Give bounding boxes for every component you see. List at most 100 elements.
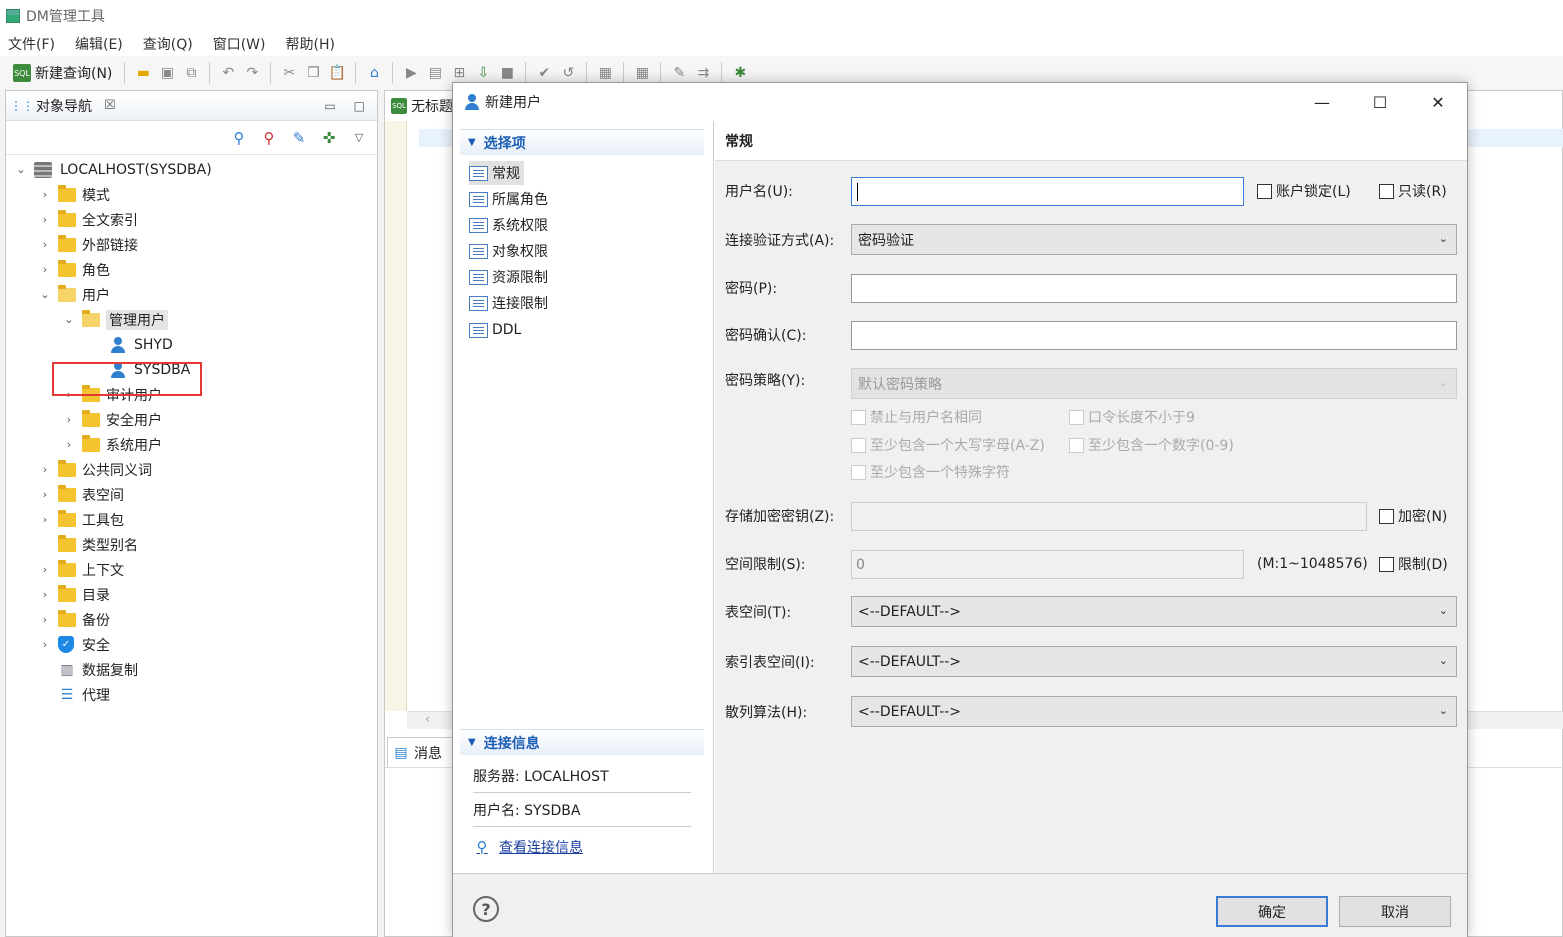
edit-icon[interactable]: ✎ [289, 128, 309, 148]
space-limit-input[interactable]: 0 [851, 550, 1244, 579]
chevron-right-icon[interactable]: › [38, 638, 52, 651]
messages-tab[interactable]: ▤ 消息 [387, 737, 457, 767]
tablespace-select[interactable]: <--DEFAULT--> ⌄ [851, 596, 1457, 627]
unformat-icon[interactable]: ▦ [633, 64, 651, 82]
tree-node-synonym[interactable]: › 公共同义词 [6, 457, 377, 482]
minimize-icon[interactable]: — [1293, 93, 1351, 112]
password-policy-select[interactable]: 默认密码策略 ⌄ [851, 368, 1457, 399]
tree-node-context[interactable]: › 上下文 [6, 557, 377, 582]
option-roles[interactable]: 所属角色 [469, 187, 552, 211]
maximize-icon[interactable]: □ [354, 99, 365, 113]
run-icon[interactable]: ▶ [402, 64, 420, 82]
save-all-icon[interactable]: ⧉ [182, 64, 200, 82]
chevron-down-icon[interactable]: ⌄ [14, 163, 28, 176]
home-icon[interactable]: ⌂ [365, 64, 383, 82]
menu-file[interactable]: 文件(F) [8, 34, 55, 54]
export-icon[interactable]: ⇩ [474, 64, 492, 82]
options-section-header[interactable]: ▼ 选择项 [460, 129, 704, 155]
tree-node-security[interactable]: › ✓ 安全 [6, 632, 377, 657]
copy-icon[interactable]: ❐ [304, 64, 322, 82]
option-system-privileges[interactable]: 系统权限 [469, 213, 552, 237]
tree-node-type-alias[interactable]: 类型别名 [6, 532, 377, 557]
tree-node-user[interactable]: ⌄ 用户 [6, 282, 377, 307]
tree-node-agent[interactable]: ☰ 代理 [6, 682, 377, 707]
chevron-right-icon[interactable]: › [38, 238, 52, 251]
paste-icon[interactable]: 📋 [328, 64, 346, 82]
chevron-right-icon[interactable]: › [62, 413, 76, 426]
readonly-checkbox[interactable]: 只读(R) [1379, 179, 1447, 203]
policy-min-length-checkbox[interactable]: 口令长度不小于9 [1069, 405, 1195, 429]
password-input[interactable] [851, 274, 1457, 303]
close-icon[interactable]: ☒ [104, 98, 116, 113]
chevron-right-icon[interactable]: › [38, 188, 52, 201]
comment-icon[interactable]: ✎ [670, 64, 688, 82]
username-input[interactable] [851, 177, 1244, 206]
menu-edit[interactable]: 编辑(E) [75, 34, 123, 54]
policy-not-username-checkbox[interactable]: 禁止与用户名相同 [851, 405, 982, 429]
close-icon[interactable]: ✕ [1409, 93, 1467, 112]
undo-icon[interactable]: ↶ [219, 64, 237, 82]
open-folder-icon[interactable]: ▬ [134, 64, 152, 82]
tree-node-admin-user[interactable]: ⌄ 管理用户 [6, 307, 377, 332]
limit-checkbox[interactable]: 限制(D) [1379, 552, 1448, 576]
chevron-right-icon[interactable]: › [38, 588, 52, 601]
cut-icon[interactable]: ✂ [280, 64, 298, 82]
chevron-down-icon[interactable]: ⌄ [38, 288, 52, 301]
expand-icon[interactable]: ✜ [319, 128, 339, 148]
ok-button[interactable]: 确定 [1216, 896, 1328, 927]
option-general[interactable]: 常规 [469, 161, 524, 185]
cancel-button[interactable]: 取消 [1339, 896, 1451, 927]
chevron-right-icon[interactable]: › [38, 488, 52, 501]
debug-icon[interactable]: ✱ [731, 64, 749, 82]
help-icon[interactable]: ? [473, 896, 499, 922]
tree-node-security-user[interactable]: › 安全用户 [6, 407, 377, 432]
chevron-right-icon[interactable]: › [38, 513, 52, 526]
tree-node-root[interactable]: ⌄ LOCALHOST(SYSDBA) [6, 157, 377, 182]
auth-method-select[interactable]: 密码验证 ⌄ [851, 224, 1457, 255]
policy-digit-checkbox[interactable]: 至少包含一个数字(0-9) [1069, 433, 1234, 457]
tree-node-schema[interactable]: › 模式 [6, 182, 377, 207]
chevron-down-icon[interactable]: ▽ [349, 128, 369, 148]
tree-node-directory[interactable]: › 目录 [6, 582, 377, 607]
tree-node-replication[interactable]: ▥ 数据复制 [6, 657, 377, 682]
tree-node-backup[interactable]: › 备份 [6, 607, 377, 632]
maximize-icon[interactable]: ☐ [1351, 93, 1409, 112]
tree-node-dblink[interactable]: › 外部链接 [6, 232, 377, 257]
encrypt-checkbox[interactable]: 加密(N) [1379, 504, 1447, 528]
format-icon[interactable]: ▦ [596, 64, 614, 82]
chevron-right-icon[interactable]: › [38, 463, 52, 476]
tree-node-system-user[interactable]: › 系统用户 [6, 432, 377, 457]
stop-icon[interactable]: ■ [498, 64, 516, 82]
option-connection-limits[interactable]: 连接限制 [469, 291, 552, 315]
new-query-button[interactable]: SQL 新建查询(N) [10, 61, 115, 85]
run-selected-icon[interactable]: ▤ [426, 64, 444, 82]
view-connection-link[interactable]: ⚲ 查看连接信息 [473, 834, 584, 860]
policy-special-char-checkbox[interactable]: 至少包含一个特殊字符 [851, 460, 1010, 484]
minimize-icon[interactable]: ▭ [324, 99, 335, 113]
scroll-left-icon[interactable]: ‹ [425, 712, 430, 726]
tree-node-package[interactable]: › 工具包 [6, 507, 377, 532]
chevron-right-icon[interactable]: › [62, 438, 76, 451]
disconnect-icon[interactable]: ⚲ [259, 128, 279, 148]
index-tablespace-select[interactable]: <--DEFAULT--> ⌄ [851, 646, 1457, 677]
chevron-right-icon[interactable]: › [38, 213, 52, 226]
tree-node-tablespace[interactable]: › 表空间 [6, 482, 377, 507]
menu-window[interactable]: 窗口(W) [213, 34, 266, 54]
account-lock-checkbox[interactable]: 账户锁定(L) [1257, 179, 1351, 203]
option-resource-limits[interactable]: 资源限制 [469, 265, 552, 289]
tree-node-role[interactable]: › 角色 [6, 257, 377, 282]
rollback-icon[interactable]: ↺ [559, 64, 577, 82]
chevron-down-icon[interactable]: ⌄ [62, 313, 76, 326]
navigator-tab[interactable]: ⋮⋮ 对象导航 ☒ [10, 96, 116, 116]
tree-node-shyd[interactable]: SHYD [6, 332, 377, 357]
chevron-right-icon[interactable]: › [38, 263, 52, 276]
tree-node-fulltext[interactable]: › 全文索引 [6, 207, 377, 232]
redo-icon[interactable]: ↷ [243, 64, 261, 82]
option-object-privileges[interactable]: 对象权限 [469, 239, 552, 263]
chevron-right-icon[interactable]: › [38, 563, 52, 576]
encryption-key-input[interactable] [851, 502, 1367, 531]
save-icon[interactable]: ▣ [158, 64, 176, 82]
menu-query[interactable]: 查询(Q) [143, 34, 193, 54]
connect-icon[interactable]: ⚲ [229, 128, 249, 148]
password-confirm-input[interactable] [851, 321, 1457, 350]
